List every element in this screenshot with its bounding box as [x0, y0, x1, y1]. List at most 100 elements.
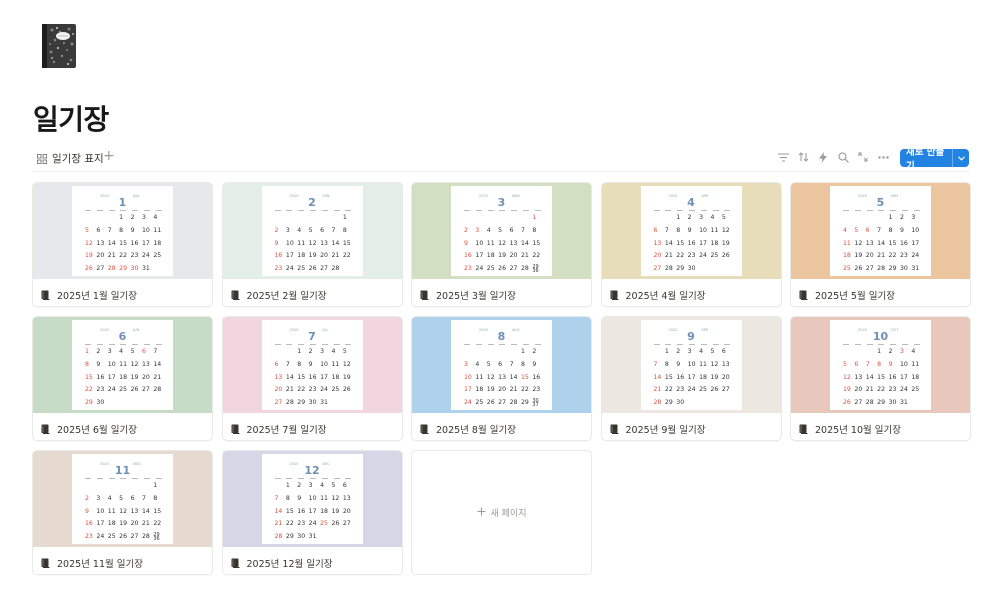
new-button-label: 새로 만들기	[906, 147, 945, 172]
calendar-month-number: 12	[304, 464, 320, 477]
gallery-icon	[37, 153, 47, 164]
calendar-days: 1 2 3 4 5 6 7 8 9 10 11 12 13 14 15 16 17 18 19 20 21 22 23 24 2…	[274, 214, 351, 273]
calendar-days: 1 2 3 4 5 6 7 8 9 10 11 12 13 14 15 16 17 18 19 20 21 22 23 24 2…	[843, 348, 920, 407]
calendar-weekday-row	[653, 343, 731, 345]
calendar-weekday-row	[843, 343, 920, 345]
book-icon	[799, 290, 808, 300]
gallery-card[interactable]: 2025 12 DEC 1 2 3 4 5 6 7 8 9 10 11 12 13 14 15 16 17 18 19 20…	[221, 450, 403, 575]
card-title-label: 2025년 7월 일기장	[246, 425, 327, 436]
calendar-image: 2025 2 FEB 1 2 3 4 5 6 7 8 9 10 11 12 13 14 15 16 17 18 19 20 2…	[261, 186, 363, 276]
calendar-month-name: JAN	[133, 194, 139, 198]
card-title: 2025년 2월 일기장	[231, 288, 327, 302]
calendar-days: 1 2 3 4 5 6 7 8 9 10 11 12 13 14 15 16 17 18 19 20 21 22 23 24 2…	[274, 348, 351, 407]
calendar-month-name: OCT	[891, 328, 899, 332]
add-view-button[interactable]: +	[103, 148, 115, 164]
card-cover: 2025 3 MAR 1 2 3 4 5 6 7 8 9 10 11 12 13 14 15 16 17 18 19 20 2…	[412, 183, 591, 279]
calendar-image: 2025 11 NOV 1 2 3 4 5 6 7 8 9 10 11 12 13 14 15 16 17 18 19 20…	[72, 454, 173, 544]
calendar-month-name: JUL	[322, 328, 329, 332]
card-title: 2025년 11월 일기장	[41, 556, 143, 570]
calendar-weekday-row	[464, 343, 541, 345]
card-title: 2025년 8월 일기장	[420, 422, 516, 436]
gallery-card[interactable]: 2025 2 FEB 1 2 3 4 5 6 7 8 9 10 11 12 13 14 15 16 17 18 19 20 2…	[221, 182, 403, 307]
card-title-label: 2025년 8월 일기장	[436, 425, 516, 436]
book-icon	[41, 558, 50, 568]
calendar-days: 1 2 3 4 5 6 7 8 9 10 11 12 13 14 15 16 17 18 19 20 21 22 23 24 2…	[274, 482, 351, 541]
calendar-image: 2025 9 SEP 1 2 3 4 5 6 7 8 9 10 11 12 13 14 15 16 17 18 19 20 2…	[640, 320, 742, 410]
card-cover: 2025 8 AUG 1 2 3 4 5 6 7 8 9 10 11 12 13 14 15 16 17 18 19 20 2…	[412, 317, 591, 413]
card-cover: 2025 6 JUN 1 2 3 4 5 6 7 8 9 10 11 12 13 14 15 16 17 18 19 20 2…	[33, 317, 212, 413]
search-icon[interactable]	[837, 151, 849, 163]
gallery-card[interactable]: 2025 8 AUG 1 2 3 4 5 6 7 8 9 10 11 12 13 14 15 16 17 18 19 20 2…	[411, 316, 592, 441]
card-title-label: 2025년 10월 일기장	[815, 425, 902, 436]
calendar-month-number: 7	[308, 330, 316, 343]
calendar-days: 1 2 3 4 5 6 7 8 9 10 11 12 13 14 15 16 17 18 19 20 21 22 23 24 2…	[464, 348, 541, 409]
calendar-days: 1 2 3 4 5 6 7 8 9 10 11 12 13 14 15 16 17 18 19 20 21 22 23 24 2…	[843, 214, 920, 273]
calendar-image: 2025 6 JUN 1 2 3 4 5 6 7 8 9 10 11 12 13 14 15 16 17 18 19 20 2…	[72, 320, 173, 410]
calendar-days: 1 2 3 4 5 6 7 8 9 10 11 12 13 14 15 16 17 18 19 20 21 22 23 24 2…	[85, 482, 162, 543]
card-title: 2025년 5월 일기장	[799, 288, 895, 302]
card-title: 2025년 1월 일기장	[41, 288, 137, 302]
notebook-icon	[42, 24, 76, 68]
card-cover: 2025 10 OCT 1 2 3 4 5 6 7 8 9 10 11 12 13 14 15 16 17 18 19 20…	[791, 317, 970, 413]
card-title-label: 2025년 5월 일기장	[815, 291, 895, 302]
card-title-label: 2025년 2월 일기장	[246, 291, 327, 302]
view-tab-label: 일기장 표지	[52, 153, 104, 165]
card-title: 2025년 6월 일기장	[41, 422, 137, 436]
calendar-weekday-row	[274, 209, 352, 211]
calendar-image: 2025 10 OCT 1 2 3 4 5 6 7 8 9 10 11 12 13 14 15 16 17 18 19 20…	[830, 320, 931, 410]
gallery-card[interactable]: 2025 4 APR 1 2 3 4 5 6 7 8 9 10 11 12 13 14 15 16 17 18 19 20 2…	[600, 182, 782, 307]
calendar-weekday-row	[843, 209, 920, 211]
card-cover: 2025 2 FEB 1 2 3 4 5 6 7 8 9 10 11 12 13 14 15 16 17 18 19 20 2…	[222, 183, 402, 279]
calendar-month-number: 9	[687, 330, 695, 343]
gallery-card[interactable]: 2025 10 OCT 1 2 3 4 5 6 7 8 9 10 11 12 13 14 15 16 17 18 19 20…	[790, 316, 971, 441]
plus-icon	[477, 507, 486, 519]
calendar-weekday-row	[464, 209, 541, 211]
page-title[interactable]: 일기장	[33, 98, 109, 138]
card-title: 2025년 10월 일기장	[799, 422, 901, 436]
calendar-month-name: MAR	[512, 194, 520, 198]
calendar-weekday-row	[274, 343, 352, 345]
calendar-image: 2025 8 AUG 1 2 3 4 5 6 7 8 9 10 11 12 13 14 15 16 17 18 19 20 2…	[451, 320, 552, 410]
gallery-card[interactable]: 2025 7 JUL 1 2 3 4 5 6 7 8 9 10 11 12 13 14 15 16 17 18 19 20 2…	[221, 316, 403, 441]
card-title: 2025년 7월 일기장	[231, 422, 327, 436]
card-cover: 2025 12 DEC 1 2 3 4 5 6 7 8 9 10 11 12 13 14 15 16 17 18 19 20…	[222, 451, 402, 547]
calendar-month-name: DEC	[322, 462, 330, 466]
calendar-month-name: JUN	[133, 328, 140, 332]
calendar-image: 2025 3 MAR 1 2 3 4 5 6 7 8 9 10 11 12 13 14 15 16 17 18 19 20 2…	[451, 186, 552, 276]
card-cover: 2025 5 MAY 1 2 3 4 5 6 7 8 9 10 11 12 13 14 15 16 17 18 19 20 2…	[791, 183, 970, 279]
calendar-image: 2025 1 JAN 1 2 3 4 5 6 7 8 9 10 11 12 13 14 15 16 17 18 19 20 2…	[72, 186, 173, 276]
calendar-image: 2025 12 DEC 1 2 3 4 5 6 7 8 9 10 11 12 13 14 15 16 17 18 19 20…	[261, 454, 363, 544]
expand-icon[interactable]	[857, 151, 869, 163]
new-button[interactable]: 새로 만들기	[900, 147, 969, 172]
calendar-weekday-row	[85, 209, 162, 211]
calendar-image: 2025 4 APR 1 2 3 4 5 6 7 8 9 10 11 12 13 14 15 16 17 18 19 20 2…	[640, 186, 742, 276]
sort-icon[interactable]	[797, 151, 809, 163]
gallery-card[interactable]: 2025 6 JUN 1 2 3 4 5 6 7 8 9 10 11 12 13 14 15 16 17 18 19 20 2…	[32, 316, 213, 441]
filter-icon[interactable]	[777, 151, 789, 163]
card-cover: 2025 1 JAN 1 2 3 4 5 6 7 8 9 10 11 12 13 14 15 16 17 18 19 20 2…	[33, 183, 212, 279]
more-icon[interactable]	[877, 151, 889, 163]
book-icon	[231, 290, 240, 300]
calendar-days: 1 2 3 4 5 6 7 8 9 10 11 12 13 14 15 16 17 18 19 20 21 22 23 24 2…	[653, 214, 730, 273]
page-icon[interactable]	[38, 22, 80, 72]
card-title-label: 2025년 11월 일기장	[57, 559, 144, 570]
new-page-card[interactable]: 새 페이지	[411, 450, 592, 575]
lightning-icon[interactable]	[817, 151, 829, 163]
book-icon	[610, 290, 619, 300]
gallery-card[interactable]: 2025 1 JAN 1 2 3 4 5 6 7 8 9 10 11 12 13 14 15 16 17 18 19 20 2…	[32, 182, 213, 307]
book-icon	[610, 424, 619, 434]
book-icon	[799, 424, 808, 434]
card-title-label: 2025년 3월 일기장	[436, 291, 516, 302]
chevron-down-icon[interactable]	[953, 154, 969, 163]
calendar-image: 2025 5 MAY 1 2 3 4 5 6 7 8 9 10 11 12 13 14 15 16 17 18 19 20 2…	[830, 186, 931, 276]
book-icon	[41, 424, 50, 434]
gallery-card[interactable]: 2025 11 NOV 1 2 3 4 5 6 7 8 9 10 11 12 13 14 15 16 17 18 19 20…	[32, 450, 213, 575]
gallery-card[interactable]: 2025 9 SEP 1 2 3 4 5 6 7 8 9 10 11 12 13 14 15 16 17 18 19 20 2…	[600, 316, 782, 441]
calendar-image: 2025 7 JUL 1 2 3 4 5 6 7 8 9 10 11 12 13 14 15 16 17 18 19 20 2…	[261, 320, 363, 410]
calendar-days: 1 2 3 4 5 6 7 8 9 10 11 12 13 14 15 16 17 18 19 20 21 22 23 24 2…	[85, 348, 162, 407]
gallery-card[interactable]: 2025 3 MAR 1 2 3 4 5 6 7 8 9 10 11 12 13 14 15 16 17 18 19 20 2…	[411, 182, 592, 307]
calendar-weekday-row	[653, 209, 731, 211]
gallery-card[interactable]: 2025 5 MAY 1 2 3 4 5 6 7 8 9 10 11 12 13 14 15 16 17 18 19 20 2…	[790, 182, 971, 307]
book-icon	[420, 424, 429, 434]
view-tab-cover[interactable]: 일기장 표지	[37, 151, 104, 166]
